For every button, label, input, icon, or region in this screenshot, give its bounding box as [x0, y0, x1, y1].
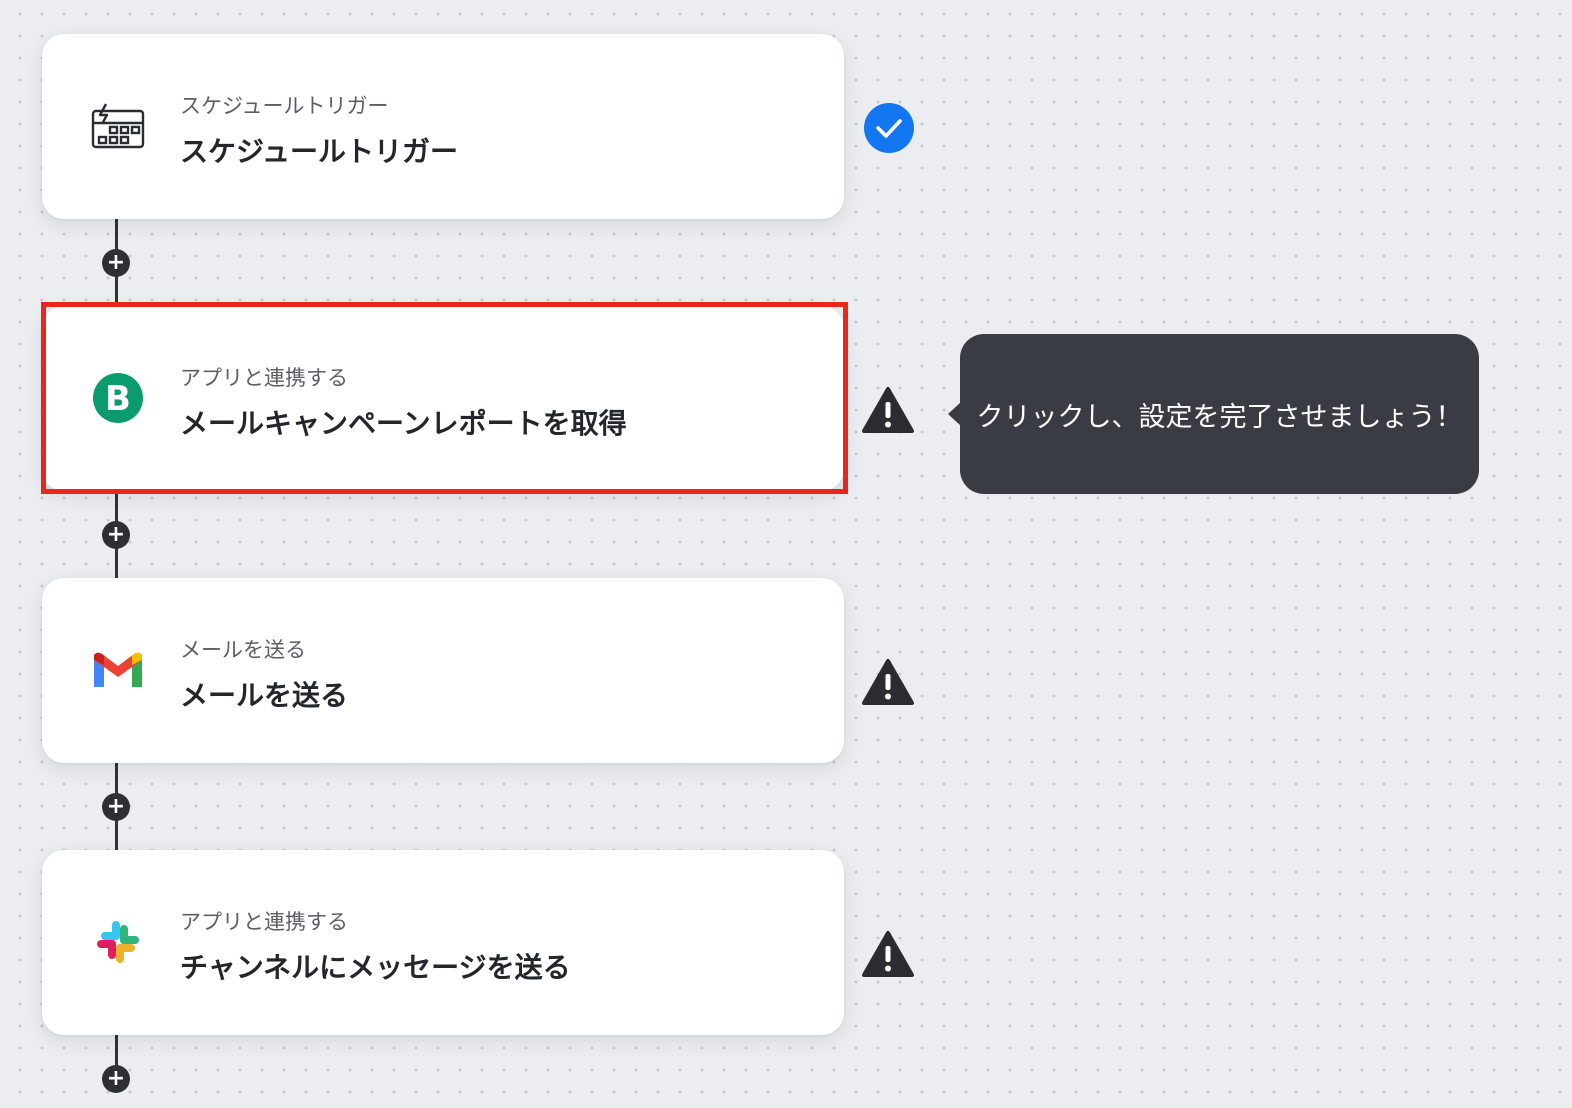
- flow-step-card-send-email[interactable]: メールを送る メールを送る: [42, 578, 844, 763]
- gmail-logo-icon: [90, 642, 146, 698]
- slack-logo-icon: [90, 914, 146, 970]
- add-step-button[interactable]: +: [102, 521, 130, 549]
- schedule-calendar-icon: [90, 98, 146, 154]
- setup-hint-tooltip: クリックし、設定を完了させましょう！: [960, 334, 1479, 494]
- plus-icon: +: [106, 250, 126, 275]
- step-subtitle: メールを送る: [180, 638, 306, 662]
- plus-icon: +: [106, 794, 126, 819]
- warning-triangle-icon: [862, 930, 914, 982]
- warning-triangle-icon: [862, 386, 914, 438]
- step-subtitle: アプリと連携する: [180, 366, 348, 390]
- svg-text:B: B: [105, 379, 131, 419]
- add-step-button[interactable]: +: [102, 249, 130, 277]
- step-subtitle: スケジュールトリガー: [180, 94, 389, 118]
- step-title: メールキャンペーンレポートを取得: [180, 407, 627, 440]
- add-step-button[interactable]: +: [102, 793, 130, 821]
- brevo-logo-icon: B: [90, 370, 146, 426]
- check-circle-icon: [863, 102, 915, 154]
- step-title: チャンネルにメッセージを送る: [180, 951, 571, 984]
- flow-step-card-get-campaign-report[interactable]: B アプリと連携する メールキャンペーンレポートを取得: [42, 306, 844, 491]
- tooltip-text: クリックし、設定を完了させましょう！: [976, 401, 1463, 433]
- step-title: スケジュールトリガー: [180, 135, 459, 168]
- warning-triangle-icon: [862, 658, 914, 710]
- flow-step-card-send-channel-message[interactable]: アプリと連携する チャンネルにメッセージを送る: [42, 850, 844, 1035]
- plus-icon: +: [106, 522, 126, 547]
- step-subtitle: アプリと連携する: [180, 910, 348, 934]
- add-step-button[interactable]: +: [102, 1065, 130, 1093]
- flow-step-card-schedule-trigger[interactable]: スケジュールトリガー スケジュールトリガー: [42, 34, 844, 219]
- plus-icon: +: [106, 1066, 126, 1091]
- step-title: メールを送る: [180, 679, 349, 712]
